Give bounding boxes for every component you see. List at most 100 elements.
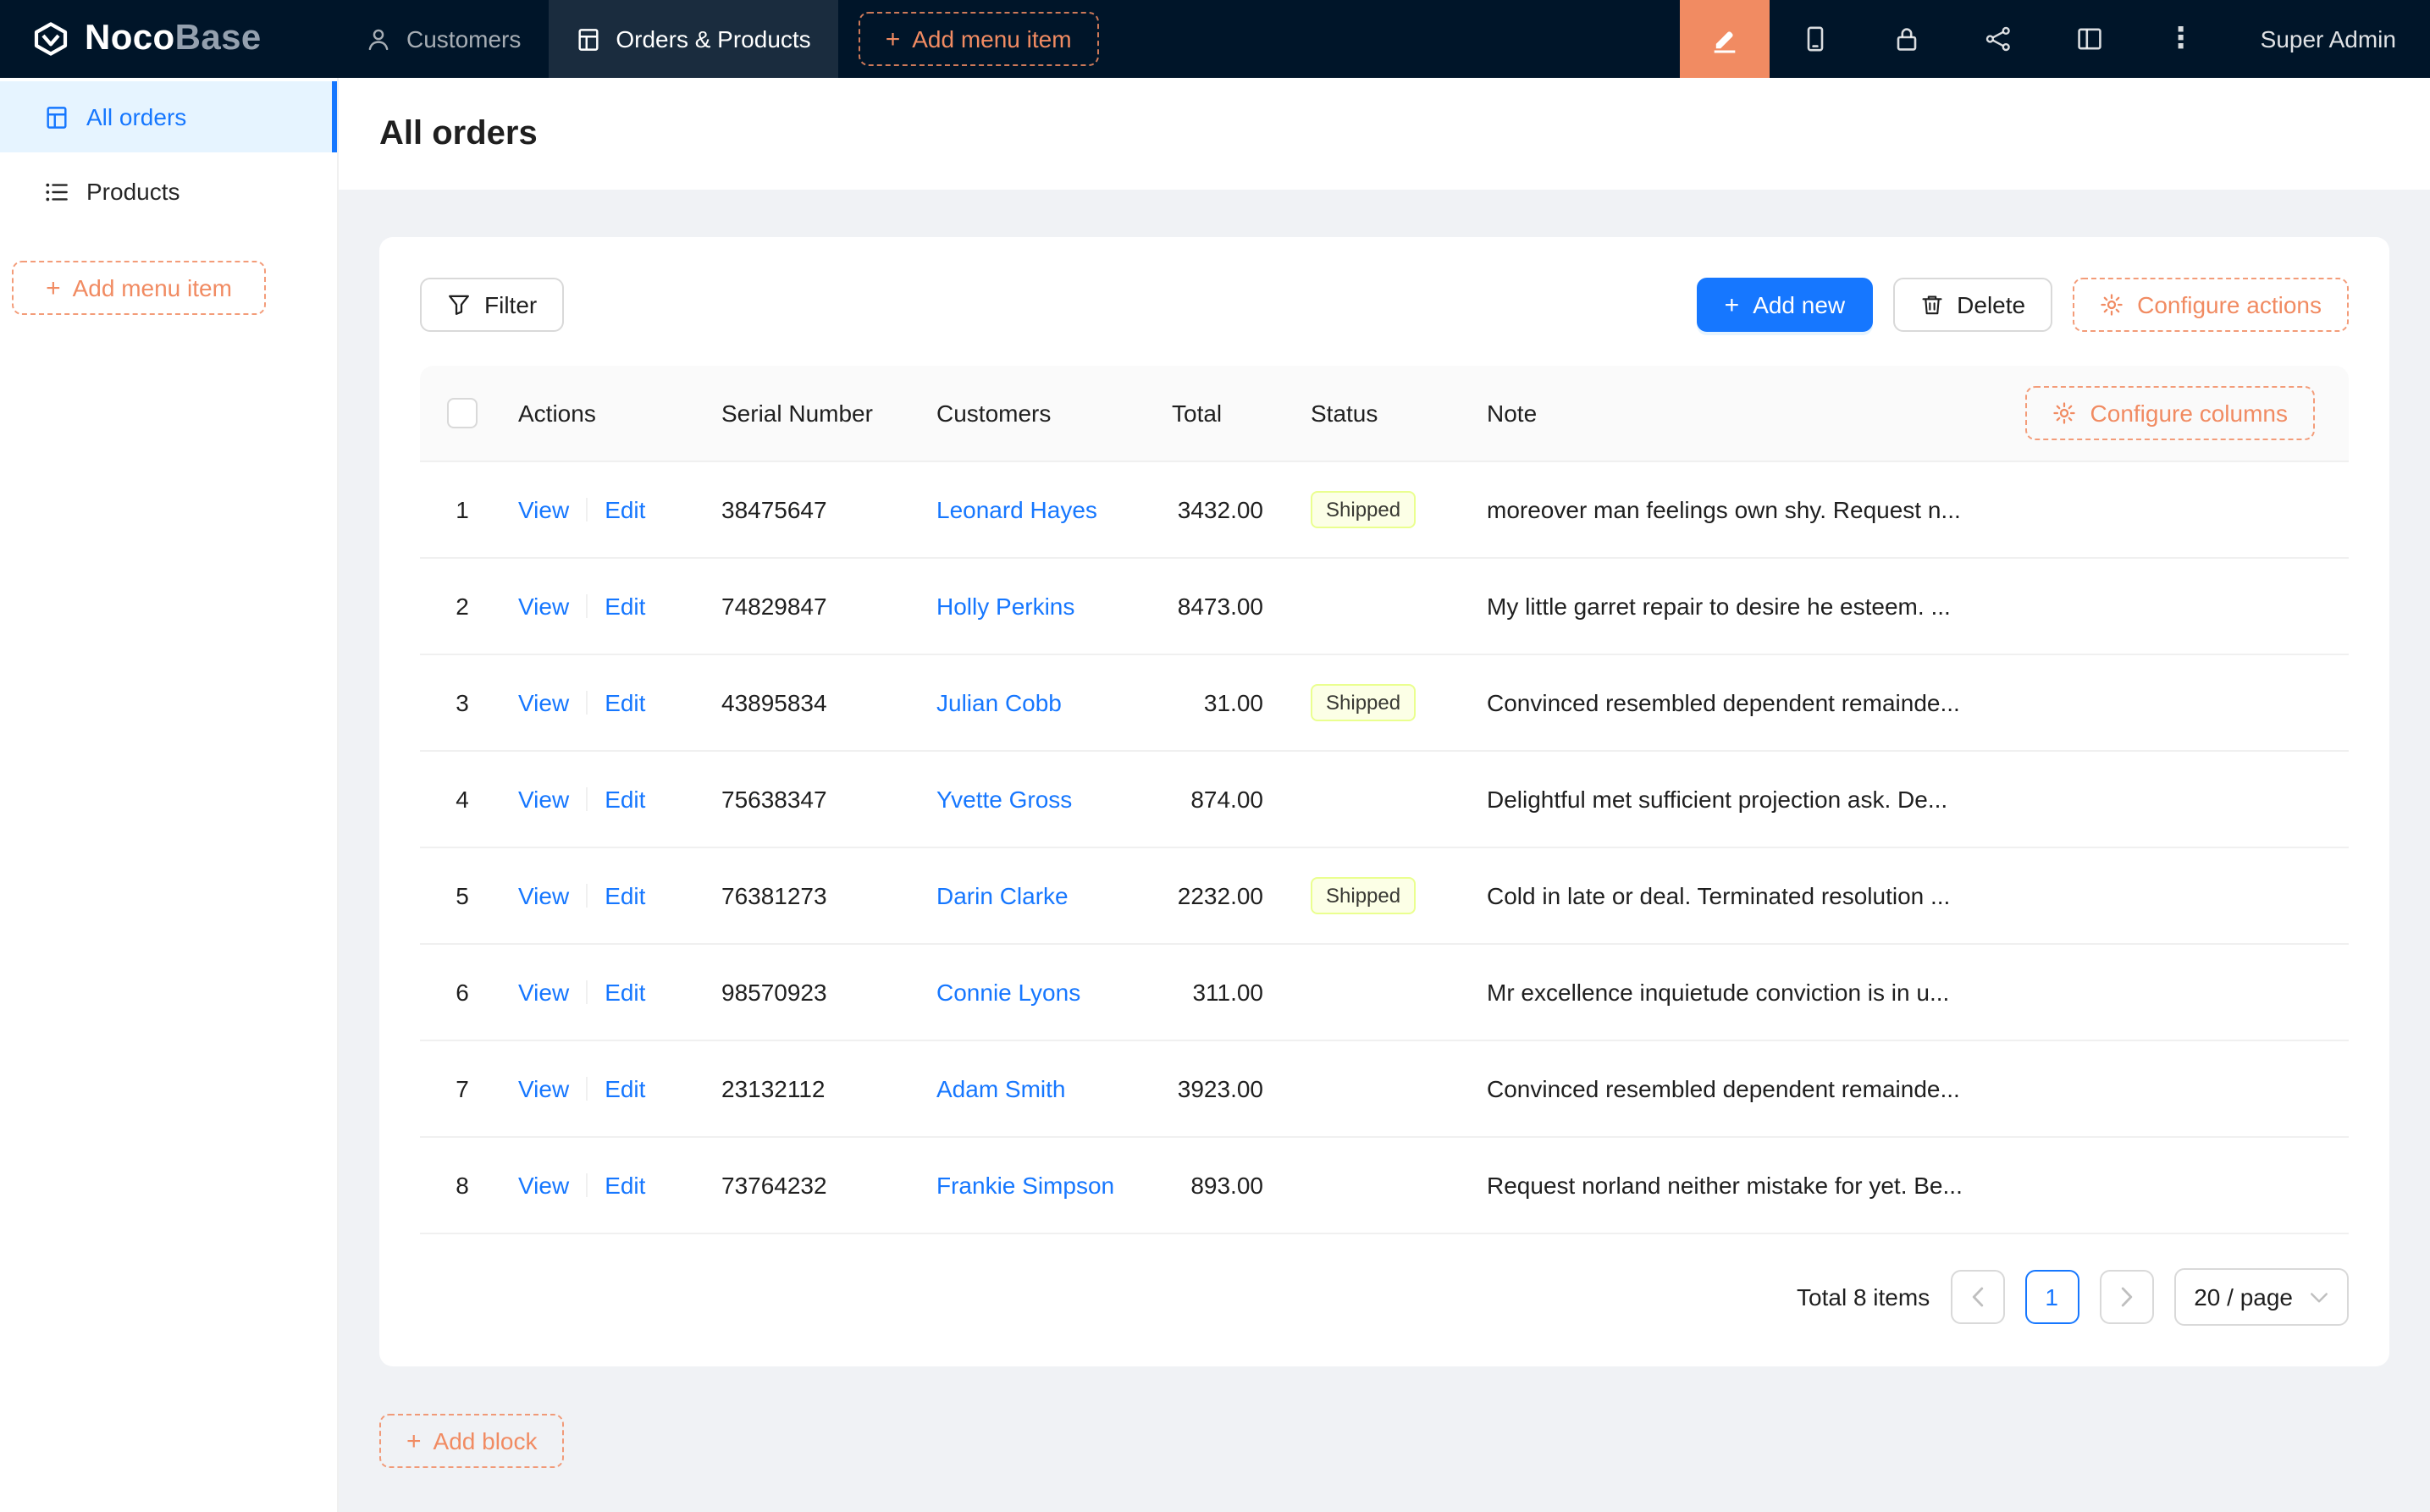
nocobase-logo[interactable]: NocoBase bbox=[0, 0, 339, 78]
column-header-note[interactable]: Note bbox=[1487, 400, 1537, 427]
row-actions: View Edit bbox=[505, 979, 708, 1006]
filter-button[interactable]: Filter bbox=[420, 278, 564, 332]
note-cell: Delightful met sufficient projection ask… bbox=[1473, 786, 2349, 813]
sidebar-item-all-orders[interactable]: All orders bbox=[0, 81, 337, 152]
status-cell: Shipped bbox=[1297, 491, 1473, 528]
nav-item-customers[interactable]: Customers bbox=[339, 0, 548, 78]
edit-link[interactable]: Edit bbox=[605, 1172, 645, 1199]
customer-cell: Adam Smith bbox=[923, 1075, 1158, 1102]
serial-number-cell: 43895834 bbox=[708, 689, 923, 716]
total-cell: 893.00 bbox=[1158, 1172, 1297, 1199]
add-block-button[interactable]: + Add block bbox=[379, 1414, 565, 1468]
row-index: 8 bbox=[420, 1172, 505, 1199]
edit-link[interactable]: Edit bbox=[605, 593, 645, 620]
customer-link[interactable]: Julian Cobb bbox=[936, 689, 1062, 716]
customer-link[interactable]: Adam Smith bbox=[936, 1075, 1066, 1102]
column-header-actions[interactable]: Actions bbox=[505, 400, 708, 427]
page-number-button[interactable]: 1 bbox=[2024, 1270, 2079, 1324]
status-badge: Shipped bbox=[1311, 491, 1416, 528]
delete-button[interactable]: Delete bbox=[1892, 278, 2052, 332]
plus-icon: + bbox=[406, 1428, 422, 1454]
view-link[interactable]: View bbox=[518, 882, 569, 909]
table-row[interactable]: 1 View Edit 38475647 Leonard Hayes 3432.… bbox=[420, 462, 2349, 559]
status-cell: Shipped bbox=[1297, 684, 1473, 721]
view-link[interactable]: View bbox=[518, 1172, 569, 1199]
sidebar-item-products[interactable]: Products bbox=[0, 156, 337, 227]
configure-actions-button[interactable]: Configure actions bbox=[2073, 278, 2349, 332]
action-divider bbox=[586, 1077, 588, 1101]
table-row[interactable]: 3 View Edit 43895834 Julian Cobb 31.00 S… bbox=[420, 655, 2349, 752]
table-row[interactable]: 5 View Edit 76381273 Darin Clarke 2232.0… bbox=[420, 848, 2349, 945]
nav-item-orders-products[interactable]: Orders & Products bbox=[548, 0, 837, 78]
edit-link[interactable]: Edit bbox=[605, 979, 645, 1006]
orders-table-block: Filter + Add new Delete bbox=[379, 237, 2389, 1366]
products-list-icon bbox=[44, 179, 69, 204]
lock-icon[interactable] bbox=[1861, 0, 1952, 78]
pagination: Total 8 items 1 bbox=[420, 1268, 2349, 1326]
add-menu-item-label: Add menu item bbox=[912, 25, 1071, 52]
table-header-row: Actions Serial Number Customers Total St… bbox=[420, 366, 2349, 462]
table-row[interactable]: 4 View Edit 75638347 Yvette Gross 874.00… bbox=[420, 752, 2349, 848]
page-size-select[interactable]: 20 / page bbox=[2173, 1268, 2349, 1326]
configure-actions-label: Configure actions bbox=[2137, 291, 2322, 318]
view-link[interactable]: View bbox=[518, 1075, 569, 1102]
select-all-checkbox[interactable] bbox=[447, 398, 478, 428]
total-cell: 3923.00 bbox=[1158, 1075, 1297, 1102]
plus-icon: + bbox=[46, 275, 61, 301]
row-actions: View Edit bbox=[505, 1075, 708, 1102]
customer-link[interactable]: Yvette Gross bbox=[936, 786, 1072, 813]
table-row[interactable]: 8 View Edit 73764232 Frankie Simpson 893… bbox=[420, 1138, 2349, 1234]
edit-link[interactable]: Edit bbox=[605, 882, 645, 909]
column-header-customers[interactable]: Customers bbox=[923, 400, 1158, 427]
column-header-serial-number[interactable]: Serial Number bbox=[708, 400, 923, 427]
more-icon[interactable]: ⋮ bbox=[2135, 0, 2227, 78]
chevron-left-icon bbox=[1970, 1287, 1984, 1307]
navbar-right: ⋮ Super Admin bbox=[1680, 0, 2430, 78]
note-cell: Mr excellence inquietude conviction is i… bbox=[1473, 979, 2349, 1006]
column-header-total[interactable]: Total bbox=[1158, 400, 1297, 427]
customer-link[interactable]: Leonard Hayes bbox=[936, 496, 1097, 523]
edit-link[interactable]: Edit bbox=[605, 786, 645, 813]
view-link[interactable]: View bbox=[518, 496, 569, 523]
customer-link[interactable]: Frankie Simpson bbox=[936, 1172, 1114, 1199]
configure-columns-button[interactable]: Configure columns bbox=[2026, 386, 2315, 440]
nav-item-label: Customers bbox=[406, 25, 521, 52]
navbar-add-menu-item-button[interactable]: + Add menu item bbox=[859, 12, 1099, 66]
view-link[interactable]: View bbox=[518, 979, 569, 1006]
customer-link[interactable]: Darin Clarke bbox=[936, 882, 1069, 909]
share-icon[interactable] bbox=[1952, 0, 2044, 78]
customer-link[interactable]: Holly Perkins bbox=[936, 593, 1074, 620]
edit-link[interactable]: Edit bbox=[605, 1075, 645, 1102]
highlighter-icon bbox=[1710, 25, 1739, 53]
customer-cell: Frankie Simpson bbox=[923, 1172, 1158, 1199]
add-new-button[interactable]: + Add new bbox=[1698, 278, 1873, 332]
main-area: All orders Filter + bbox=[339, 78, 2430, 1512]
column-header-note-wrap: Note Configure columns bbox=[1473, 386, 2349, 440]
mobile-icon[interactable] bbox=[1770, 0, 1861, 78]
view-link[interactable]: View bbox=[518, 593, 569, 620]
row-actions: View Edit bbox=[505, 593, 708, 620]
next-page-button[interactable] bbox=[2099, 1270, 2153, 1324]
customer-cell: Yvette Gross bbox=[923, 786, 1158, 813]
column-header-status[interactable]: Status bbox=[1297, 400, 1473, 427]
gear-icon bbox=[2100, 293, 2123, 317]
page-title: All orders bbox=[379, 114, 538, 153]
table-row[interactable]: 2 View Edit 74829847 Holly Perkins 8473.… bbox=[420, 559, 2349, 655]
user-menu[interactable]: Super Admin bbox=[2227, 0, 2430, 78]
view-link[interactable]: View bbox=[518, 689, 569, 716]
note-cell: Cold in late or deal. Terminated resolut… bbox=[1473, 882, 2349, 909]
customer-link[interactable]: Connie Lyons bbox=[936, 979, 1080, 1006]
edit-link[interactable]: Edit bbox=[605, 496, 645, 523]
prev-page-button[interactable] bbox=[1950, 1270, 2004, 1324]
table-row[interactable]: 7 View Edit 23132112 Adam Smith 3923.00 … bbox=[420, 1041, 2349, 1138]
edit-link[interactable]: Edit bbox=[605, 689, 645, 716]
row-index: 5 bbox=[420, 882, 505, 909]
view-link[interactable]: View bbox=[518, 786, 569, 813]
customer-cell: Leonard Hayes bbox=[923, 496, 1158, 523]
sidebar-add-menu-item-button[interactable]: + Add menu item bbox=[12, 261, 266, 315]
layout-icon[interactable] bbox=[2044, 0, 2135, 78]
row-index: 4 bbox=[420, 786, 505, 813]
ui-editor-button[interactable] bbox=[1680, 0, 1770, 78]
page-header: All orders bbox=[339, 78, 2430, 190]
table-row[interactable]: 6 View Edit 98570923 Connie Lyons 311.00… bbox=[420, 945, 2349, 1041]
